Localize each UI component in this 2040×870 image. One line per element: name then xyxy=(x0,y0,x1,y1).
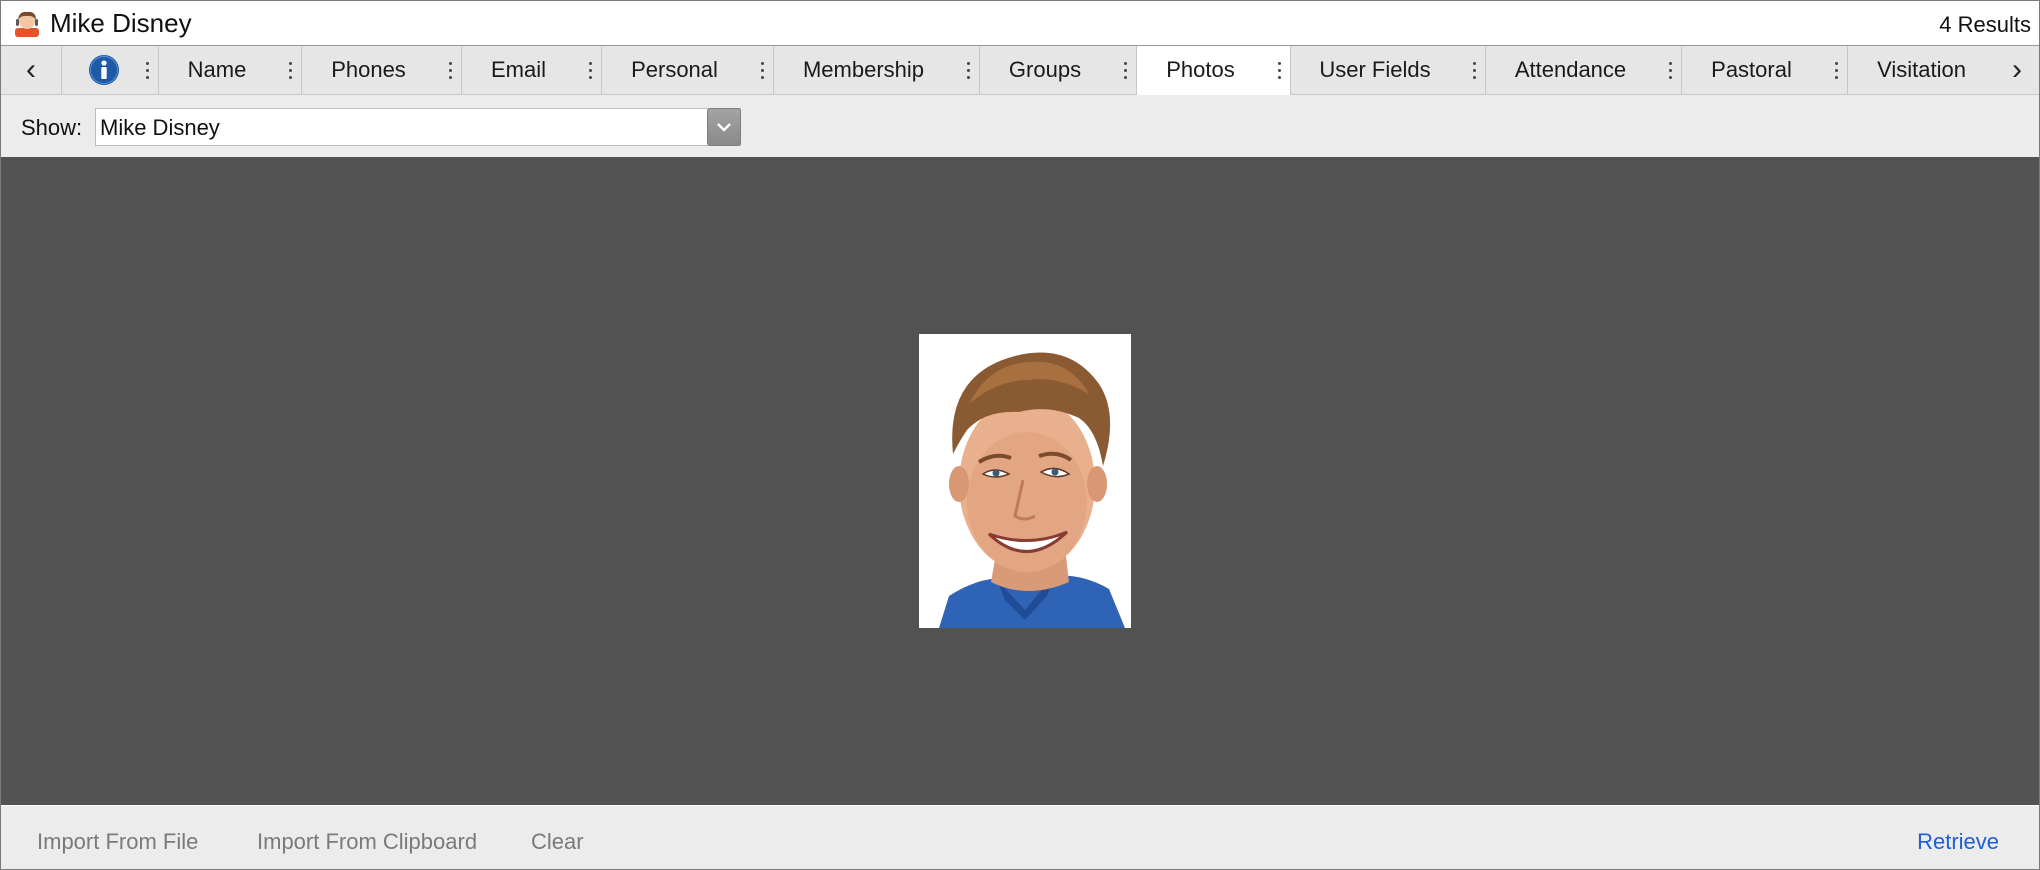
tab-grip-icon[interactable] xyxy=(1274,46,1284,94)
tab-grip-icon[interactable] xyxy=(285,46,295,94)
tab-attendance[interactable]: Attendance xyxy=(1486,46,1682,94)
window-title: Mike Disney xyxy=(50,8,192,38)
clear-button[interactable]: Clear xyxy=(531,829,584,855)
tab-pastoral[interactable]: Pastoral xyxy=(1682,46,1848,94)
tab-grip-icon[interactable] xyxy=(1665,46,1675,94)
tab-phones[interactable]: Phones xyxy=(302,46,462,94)
tab-user-fields[interactable]: User Fields xyxy=(1291,46,1486,94)
title-bar: Mike Disney 4 Results xyxy=(1,1,2039,46)
tab-photos[interactable]: Photos xyxy=(1137,46,1291,95)
info-icon xyxy=(89,55,119,85)
photo-viewer xyxy=(1,157,2039,805)
tab-grip-icon[interactable] xyxy=(1120,46,1130,94)
tab-name[interactable]: Name xyxy=(159,46,302,94)
import-from-clipboard-button[interactable]: Import From Clipboard xyxy=(257,829,477,855)
tabs-scroll-left-button[interactable]: ‹ xyxy=(1,46,62,94)
tab-personal[interactable]: Personal xyxy=(602,46,774,94)
show-label: Show: xyxy=(21,115,83,140)
tab-email[interactable]: Email xyxy=(462,46,602,94)
chevron-down-icon[interactable] xyxy=(707,108,741,146)
portrait-image xyxy=(919,334,1131,628)
portrait-photo xyxy=(919,334,1131,628)
chevron-down-glyph xyxy=(717,123,731,132)
record-window: Mike Disney 4 Results ‹ Name Phones Emai… xyxy=(0,0,2040,870)
tab-grip-icon[interactable] xyxy=(1469,46,1479,94)
show-filter-row: Show: Mike Disney xyxy=(1,95,2039,157)
tab-info[interactable] xyxy=(62,46,159,94)
action-bar: Import From File Import From Clipboard C… xyxy=(1,806,2039,869)
tab-grip-icon[interactable] xyxy=(963,46,973,94)
tab-grip-icon[interactable] xyxy=(142,46,152,94)
person-icon xyxy=(15,11,39,37)
tab-membership[interactable]: Membership xyxy=(774,46,980,94)
tab-grip-icon[interactable] xyxy=(585,46,595,94)
retrieve-button[interactable]: Retrieve xyxy=(1917,829,1999,855)
tab-bar: ‹ Name Phones Email Personal Membership … xyxy=(1,46,2039,95)
tab-visitation[interactable]: Visitation xyxy=(1848,46,1995,94)
tab-grip-icon[interactable] xyxy=(1831,46,1841,94)
tab-grip-icon[interactable] xyxy=(757,46,767,94)
results-count: 4 Results xyxy=(1939,12,2031,37)
import-from-file-button[interactable]: Import From File xyxy=(37,829,198,855)
show-select-value: Mike Disney xyxy=(100,115,220,140)
tab-groups[interactable]: Groups xyxy=(980,46,1137,94)
tab-grip-icon[interactable] xyxy=(445,46,455,94)
tabs-scroll-right-button[interactable]: › xyxy=(1995,46,2039,94)
show-select[interactable]: Mike Disney xyxy=(95,108,741,146)
